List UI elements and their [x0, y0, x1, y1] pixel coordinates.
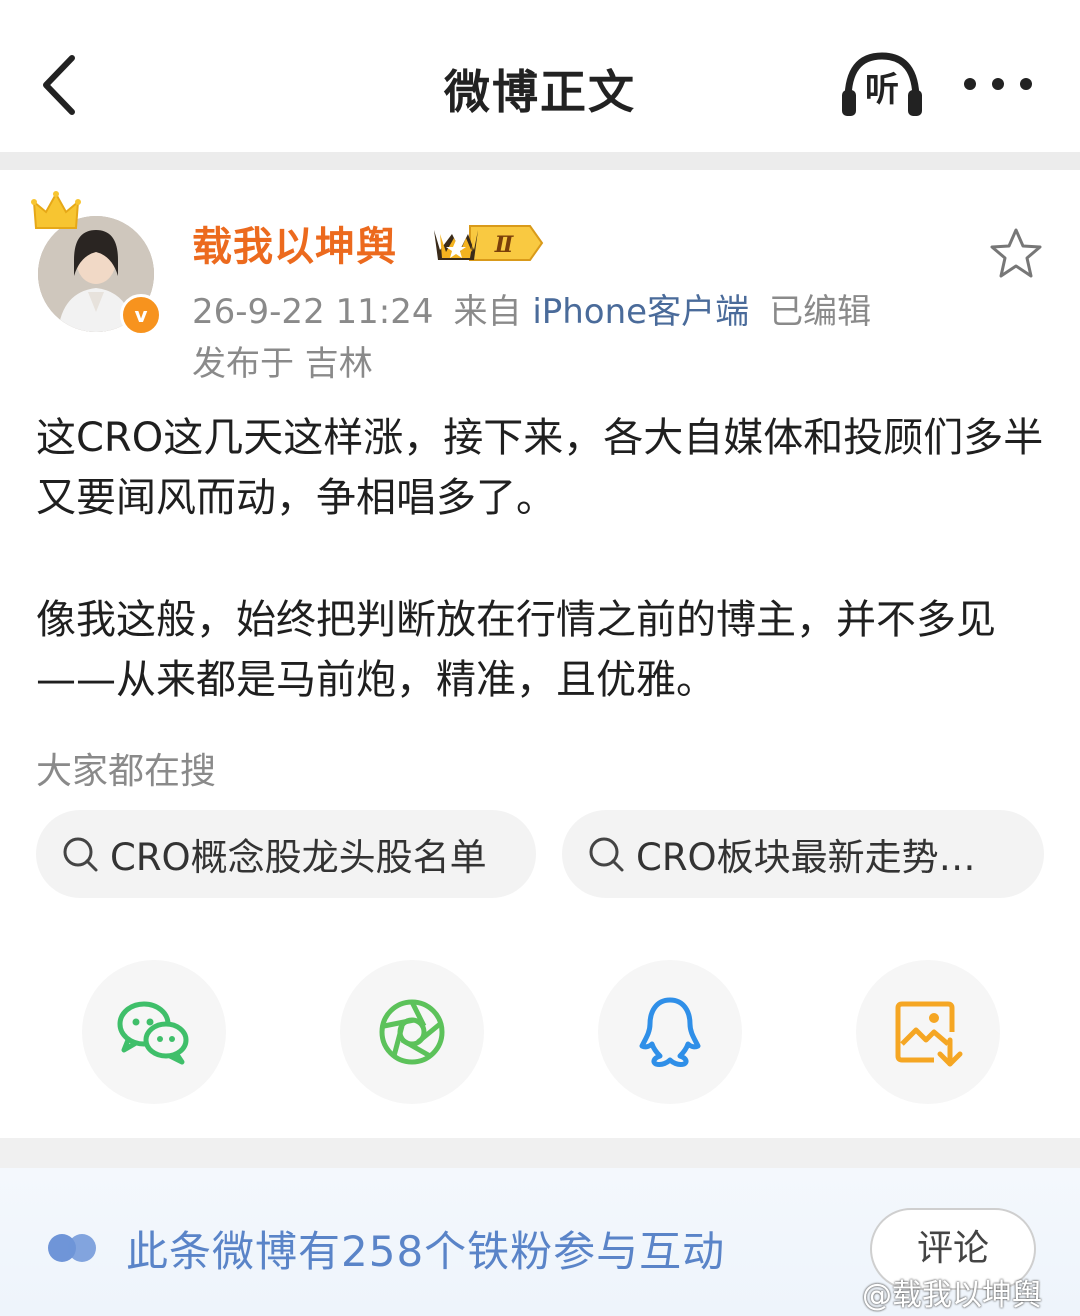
post-location: 发布于 吉林 [192, 344, 373, 384]
search-icon [589, 837, 624, 872]
more-options-button[interactable] [960, 64, 1038, 104]
section-divider [0, 1138, 1080, 1168]
share-moments-button[interactable] [340, 960, 484, 1104]
source-prefix: 来自 [453, 292, 522, 332]
search-icon [63, 837, 98, 872]
listen-label: 听 [865, 70, 899, 110]
post-timestamp: 26-9-22 11:24 [192, 292, 434, 332]
favorite-button[interactable] [988, 226, 1044, 280]
post-paragraph: 像我这般，始终把判断放在行情之前的博主，并不多见——从来都是马前炮，精准，且优雅… [36, 597, 996, 703]
search-chip[interactable]: CRO概念股龙头股名单 [36, 810, 536, 898]
search-chip-label: CRO概念股龙头股名单 [110, 836, 487, 879]
post-source-link[interactable]: iPhone客户端 [532, 292, 749, 332]
edited-label[interactable]: 已编辑 [769, 292, 871, 332]
top-nav-bar: 微博正文 听 [0, 0, 1080, 152]
weibo-post-page: 微博正文 听 v 载我以坤舆 Ⅱ 26-9-22 11:24 来自 iPhone… [0, 0, 1080, 1316]
star-icon [990, 228, 1042, 278]
moments-icon [379, 999, 445, 1065]
verified-badge: v [120, 294, 162, 336]
save-image-button[interactable] [856, 960, 1000, 1104]
author-name[interactable]: 载我以坤舆 [192, 214, 397, 272]
post-meta: 26-9-22 11:24 来自 iPhone客户端 已编辑 [192, 284, 871, 333]
author-avatar-wrap[interactable]: v [30, 190, 166, 336]
post-paragraph: 这CRO这几天这样涨，接下来，各大自媒体和投顾们多半又要闻风而动，争相唱多了。 [36, 415, 1044, 521]
save-image-icon [895, 1001, 963, 1067]
share-qq-button[interactable] [598, 960, 742, 1104]
crown-icon [31, 191, 81, 229]
watermark: @载我以坤舆 [862, 1278, 1042, 1313]
vip-level-badge-icon: Ⅱ [434, 225, 544, 261]
search-chip[interactable]: CRO板块最新走势… [562, 810, 1044, 898]
listen-button[interactable]: 听 [838, 50, 926, 120]
search-chip-label: CRO板块最新走势… [636, 836, 976, 879]
vip-level-text: Ⅱ [494, 232, 515, 258]
post-content: 这CRO这几天这样涨，接下来，各大自媒体和投顾们多半又要闻风而动，争相唱多了。 … [36, 408, 1050, 772]
wechat-icon [117, 1001, 189, 1065]
trending-search-label: 大家都在搜 [36, 751, 217, 792]
fans-interaction-text[interactable]: 此条微博有258个铁粉参与互动 [126, 1218, 725, 1279]
section-divider [0, 152, 1080, 170]
fans-icon [48, 1234, 96, 1262]
share-wechat-button[interactable] [82, 960, 226, 1104]
qq-icon [639, 997, 701, 1067]
more-dots-icon [964, 78, 1032, 90]
